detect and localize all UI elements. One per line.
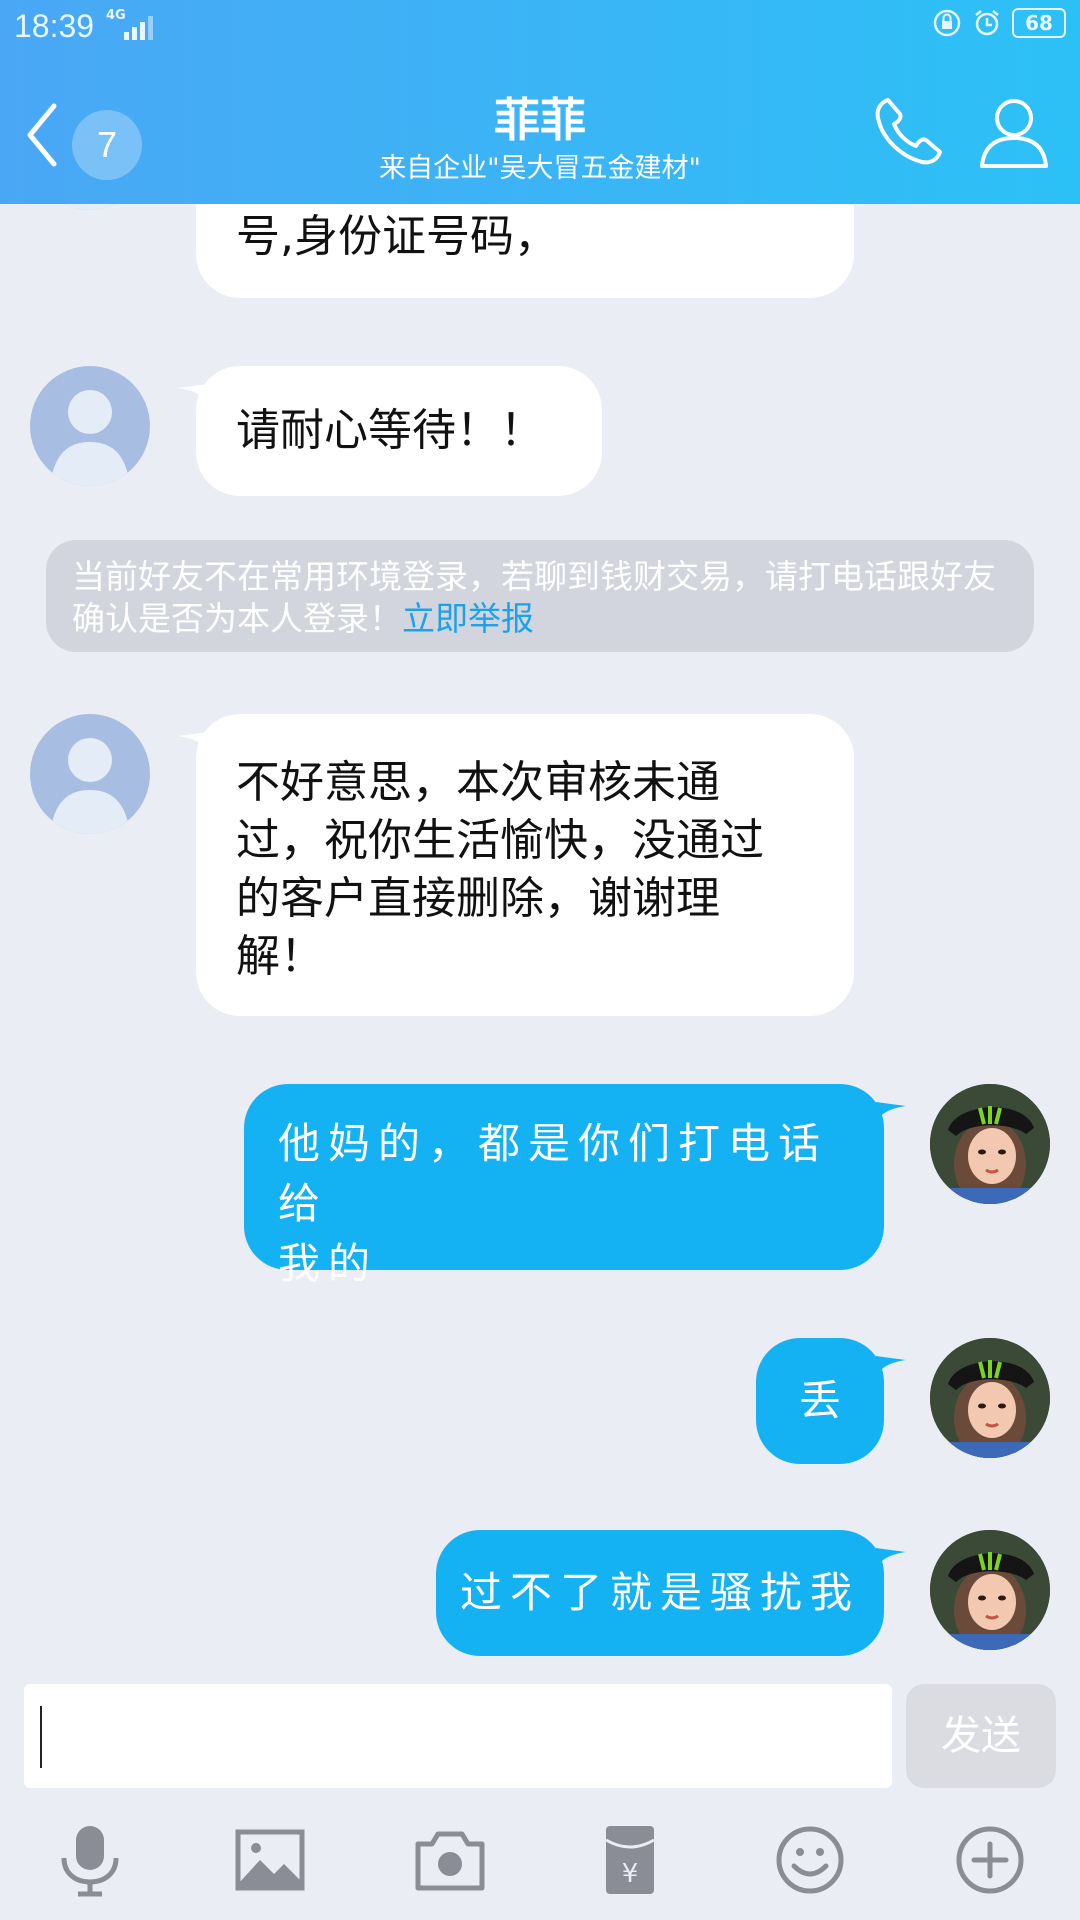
status-time: 18:39 xyxy=(14,8,95,44)
status-right: 68 xyxy=(932,8,1066,38)
signal-icon xyxy=(124,16,153,40)
incoming-message[interactable]: 不好意思，本次审核未通 过，祝你生活愉快，没通过 的客户直接删除，谢谢理 解！ xyxy=(196,714,854,1016)
chat-header: 7 菲菲 来自企业"吴大冒五金建材" xyxy=(0,54,1080,204)
message-line: 过，祝你生活愉快，没通过 xyxy=(236,815,764,866)
message-text: 过不了就是骚扰我 xyxy=(459,1568,860,1617)
phone-icon[interactable] xyxy=(870,94,946,170)
message-line: 我的 xyxy=(278,1239,379,1288)
battery-indicator: 68 xyxy=(1012,8,1066,38)
chat-messages[interactable]: 号,身份证号码， 请耐心等待！！ 当前好友不在常用环境登录，若聊到钱财交易，请打… xyxy=(0,204,1080,1678)
message-line: 的客户直接删除，谢谢理 xyxy=(236,873,720,924)
microphone-icon[interactable] xyxy=(52,1822,128,1898)
security-notice: 当前好友不在常用环境登录，若聊到钱财交易，请打电话跟好友确认是否为本人登录！立即… xyxy=(46,540,1034,652)
input-toolbar: ¥ xyxy=(0,1800,1080,1920)
lock-rotation-icon xyxy=(933,9,961,37)
my-avatar[interactable] xyxy=(930,1338,1050,1458)
bubble-tail xyxy=(876,1102,906,1122)
message-text: 请耐心等待！！ xyxy=(236,405,544,456)
message-text: 丢 xyxy=(798,1376,841,1425)
message-input[interactable] xyxy=(24,1684,892,1788)
incoming-message[interactable]: 请耐心等待！！ xyxy=(196,366,602,496)
outgoing-message[interactable]: 丢 xyxy=(756,1338,884,1464)
input-bar: 发送 xyxy=(0,1678,1080,1800)
outgoing-message[interactable]: 他妈的，都是你们打电话给 我的 xyxy=(244,1084,884,1288)
alarm-icon xyxy=(975,10,999,36)
red-packet-icon[interactable]: ¥ xyxy=(592,1822,668,1898)
message-line: 不好意思，本次审核未通 xyxy=(236,757,720,808)
incoming-message[interactable]: 号,身份证号码， xyxy=(196,204,854,298)
message-text: 号,身份证号码， xyxy=(236,211,558,262)
profile-icon[interactable] xyxy=(978,94,1050,170)
status-bar: 18:39 4G 68 xyxy=(0,0,1080,54)
emoji-icon[interactable] xyxy=(772,1822,848,1898)
camera-icon[interactable] xyxy=(412,1822,488,1898)
my-avatar[interactable] xyxy=(930,1530,1050,1650)
message-line: 解！ xyxy=(236,931,324,982)
plus-icon[interactable] xyxy=(952,1822,1028,1898)
image-icon[interactable] xyxy=(232,1822,308,1898)
text-caret xyxy=(40,1706,42,1768)
outgoing-message[interactable]: 过不了就是骚扰我 xyxy=(436,1530,884,1656)
contact-avatar[interactable] xyxy=(30,366,150,486)
contact-avatar[interactable] xyxy=(30,204,150,210)
send-button[interactable]: 发送 xyxy=(906,1684,1056,1788)
bubble-tail xyxy=(876,1548,906,1568)
message-line: 他妈的，都是你们打电话给 xyxy=(278,1119,829,1228)
contact-avatar[interactable] xyxy=(30,714,150,834)
notice-text: 当前好友不在常用环境登录，若聊到钱财交易，请打电话跟好友确认是否为本人登录！ xyxy=(72,557,996,638)
report-link[interactable]: 立即举报 xyxy=(402,599,534,638)
bubble-tail xyxy=(876,1356,906,1376)
svg-text:¥: ¥ xyxy=(622,1859,639,1889)
my-avatar[interactable] xyxy=(930,1084,1050,1204)
